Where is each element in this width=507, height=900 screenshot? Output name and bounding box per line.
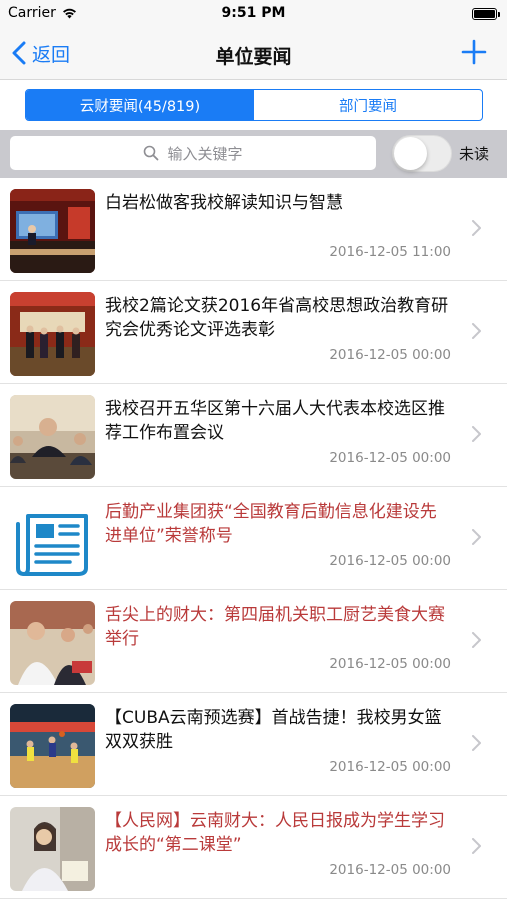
list-item[interactable]: 【人民网】云南财大：人民日报成为学生学习成长的“第二课堂” 2016-12-05… (0, 796, 507, 899)
cooking-contest-photo (10, 601, 95, 685)
news-title: 【CUBA云南预选赛】首战告捷！我校男女篮双双获胜 (105, 708, 442, 752)
chevron-left-icon (12, 41, 26, 65)
news-date: 2016-12-05 00:00 (329, 553, 451, 569)
news-date: 2016-12-05 00:00 (329, 450, 451, 466)
news-title: 舌尖上的财大：第四届机关职工厨艺美食大赛举行 (105, 605, 445, 649)
search-icon (144, 145, 159, 161)
search-input[interactable]: 输入关键字 (10, 136, 376, 170)
chevron-right-icon (472, 632, 481, 648)
news-date: 2016-12-05 00:00 (329, 759, 451, 775)
unread-toggle[interactable] (392, 135, 452, 172)
toggle-knob (394, 137, 427, 170)
list-item[interactable]: 我校召开五华区第十六届人大代表本校选区推荐工作布置会议 2016-12-05 0… (0, 384, 507, 487)
list-item[interactable]: 舌尖上的财大：第四届机关职工厨艺美食大赛举行 2016-12-05 00:00 (0, 590, 507, 693)
chevron-right-icon (472, 529, 481, 545)
list-item[interactable]: 我校2篇论文获2016年省高校思想政治教育研究会优秀论文评选表彰 2016-12… (0, 281, 507, 384)
chevron-right-icon (472, 323, 481, 339)
search-placeholder: 输入关键字 (167, 144, 243, 163)
newspaper-icon (10, 498, 95, 582)
news-date: 2016-12-05 11:00 (329, 244, 451, 260)
list-item[interactable]: 【CUBA云南预选赛】首战告捷！我校男女篮双双获胜 2016-12-05 00:… (0, 693, 507, 796)
segmented-control: 云财要闻(45/819) 部门要闻 (25, 89, 483, 121)
list-item[interactable]: 后勤产业集团获“全国教育后勤信息化建设先进单位”荣誉称号 2016-12-05 … (0, 487, 507, 590)
news-date: 2016-12-05 00:00 (329, 347, 451, 363)
news-title: 我校2篇论文获2016年省高校思想政治教育研究会优秀论文评选表彰 (105, 296, 449, 340)
navigation-bar: 返回 单位要闻 (0, 28, 507, 80)
chevron-right-icon (472, 735, 481, 751)
news-list: 白岩松做客我校解读知识与智慧 2016-12-05 11:00 我校2篇论文获2… (0, 178, 507, 900)
plus-icon[interactable] (461, 39, 487, 65)
status-time: 9:51 PM (221, 5, 286, 21)
battery-level (474, 10, 495, 18)
news-title: 我校召开五华区第十六届人大代表本校选区推荐工作布置会议 (105, 399, 445, 443)
chevron-right-icon (472, 426, 481, 442)
news-title: 后勤产业集团获“全国教育后勤信息化建设先进单位”荣誉称号 (105, 502, 437, 546)
back-label: 返回 (32, 43, 71, 66)
segment-container: 云财要闻(45/819) 部门要闻 (0, 80, 507, 130)
list-item[interactable]: 白岩松做客我校解读知识与智慧 2016-12-05 11:00 (0, 178, 507, 281)
chevron-right-icon (472, 220, 481, 236)
news-title: 白岩松做客我校解读知识与智慧 (105, 193, 343, 213)
search-bar: 输入关键字 未读 (0, 130, 507, 178)
news-date: 2016-12-05 00:00 (329, 862, 451, 878)
conference-stage-photo (10, 189, 95, 273)
news-title: 【人民网】云南财大：人民日报成为学生学习成长的“第二课堂” (105, 811, 445, 855)
tab-department-news[interactable]: 部门要闻 (254, 90, 482, 120)
student-reading-photo (10, 807, 95, 891)
back-button[interactable]: 返回 (12, 38, 70, 68)
page-title: 单位要闻 (215, 46, 292, 68)
tab-cloud-news[interactable]: 云财要闻(45/819) (26, 90, 254, 120)
award-ceremony-photo (10, 292, 95, 376)
chevron-right-icon (472, 838, 481, 854)
battery-icon (472, 8, 500, 20)
news-date: 2016-12-05 00:00 (329, 656, 451, 672)
basketball-photo (10, 704, 95, 788)
status-bar: Carrier 9:51 PM (0, 0, 507, 28)
unread-toggle-label: 未读 (459, 145, 490, 163)
meeting-photo (10, 395, 95, 479)
